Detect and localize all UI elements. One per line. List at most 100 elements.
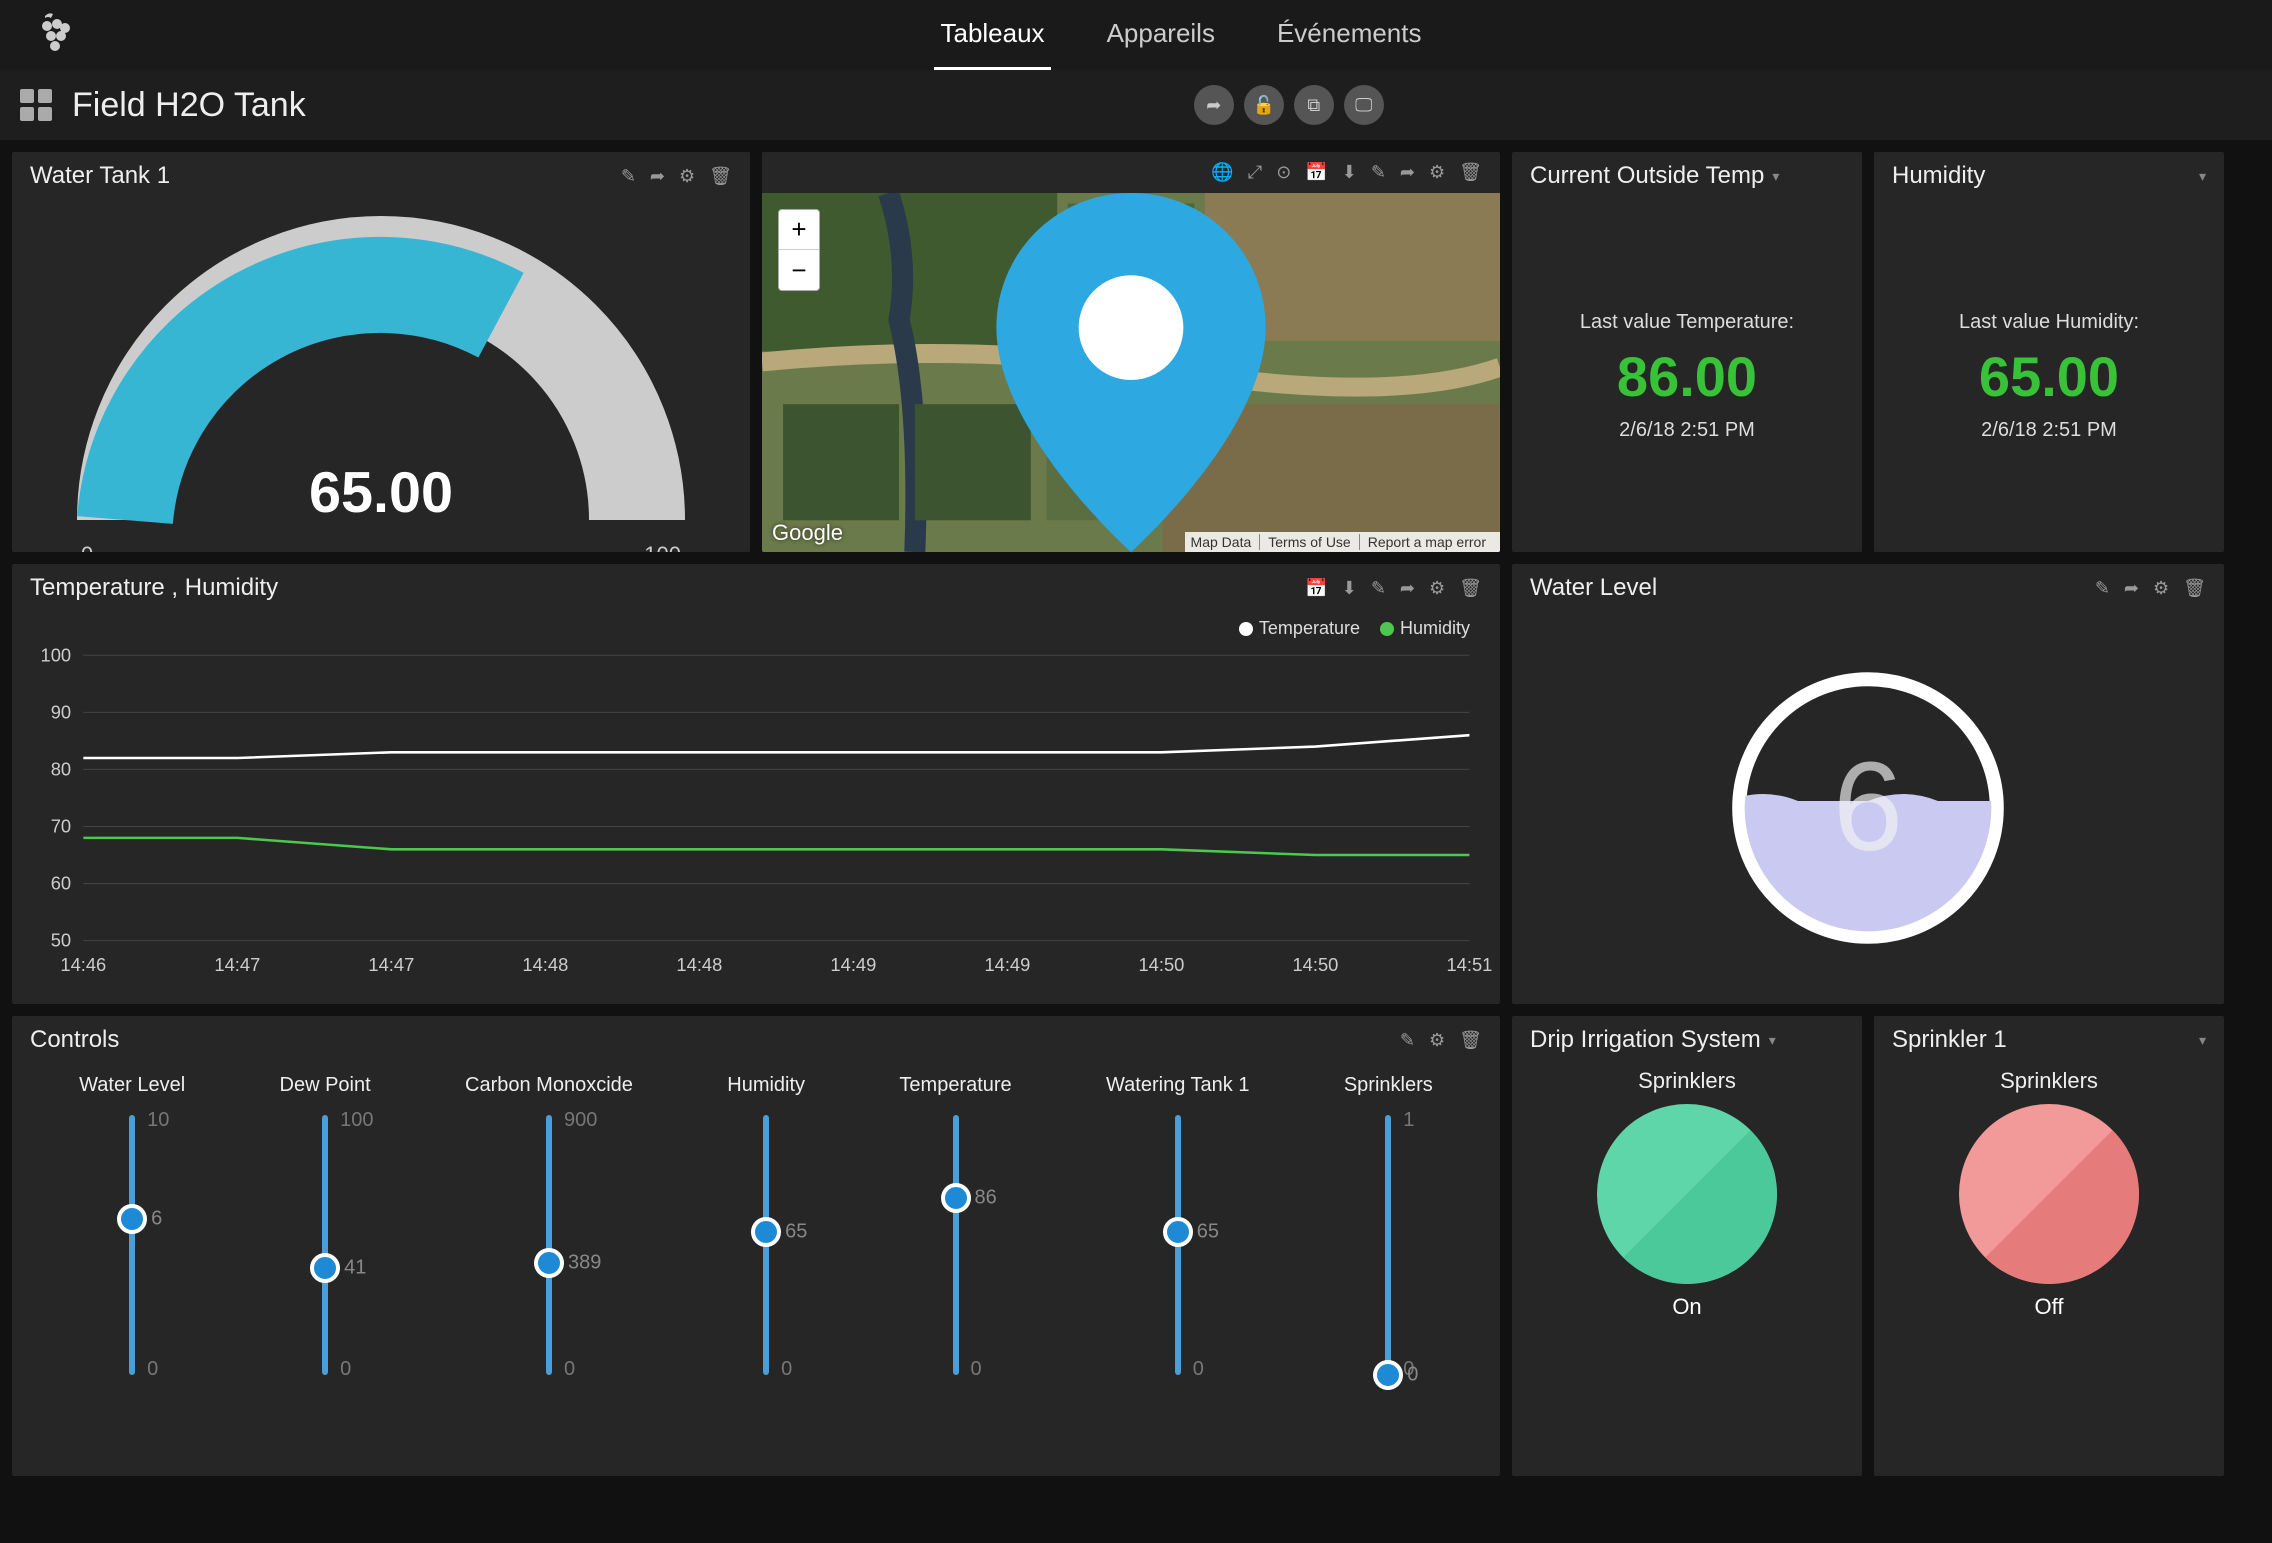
panel-title: Water Level [1530, 574, 1657, 602]
download-icon[interactable]: ⬇ [1342, 578, 1357, 599]
slider-value-label: 6 [151, 1208, 162, 1231]
map-terms-link[interactable]: Terms of Use [1268, 534, 1359, 550]
edit-icon[interactable]: ✎ [1371, 162, 1386, 183]
trash-icon[interactable]: 🗑 [2183, 578, 2206, 599]
slider-label: Carbon Monoxcide [465, 1074, 633, 1097]
map-report-link[interactable]: Report a map error [1368, 534, 1494, 550]
panel-title: Drip Irrigation System [1530, 1026, 1761, 1054]
share-icon[interactable]: ➦ [1400, 578, 1415, 599]
edit-icon[interactable]: ✎ [621, 166, 636, 187]
download-icon[interactable]: ⬇ [1342, 162, 1357, 183]
value-label: Last value Temperature: [1580, 311, 1794, 334]
calendar-icon[interactable]: 📅 [1305, 578, 1327, 599]
slider-track[interactable]: 100 [1385, 1115, 1391, 1375]
title-actions: ➦ 🔓 ⧉ 🖵 [326, 85, 2252, 125]
value-number: 86.00 [1617, 344, 1757, 409]
slider-thumb[interactable] [117, 1204, 147, 1234]
edit-icon[interactable]: ✎ [2095, 578, 2110, 599]
legend-item-humidity[interactable]: Humidity [1380, 618, 1470, 639]
slider-max-label: 10 [147, 1109, 169, 1132]
slider-dew-point: Dew Point100041 [280, 1074, 371, 1446]
toggle-subtitle: Sprinklers [2000, 1068, 2098, 1094]
trash-icon[interactable]: 🗑 [709, 166, 732, 187]
svg-text:90: 90 [51, 701, 71, 722]
sprinkler-toggle-button[interactable] [1959, 1104, 2139, 1284]
slider-track[interactable]: 100041 [322, 1115, 328, 1375]
display-icon[interactable]: 🖵 [1344, 85, 1384, 125]
toggle-state-label: On [1672, 1294, 1701, 1320]
gauge-value: 65.00 [309, 461, 453, 525]
slider-track[interactable]: 1006 [129, 1115, 135, 1375]
slider-thumb[interactable] [941, 1183, 971, 1213]
slider-track[interactable]: 065 [763, 1115, 769, 1375]
gear-icon[interactable]: ⚙ [1429, 578, 1445, 599]
value-timestamp: 2/6/18 2:51 PM [1619, 419, 1755, 442]
map-data-link[interactable]: Map Data [1191, 534, 1261, 550]
value-label: Last value Humidity: [1959, 311, 2139, 334]
share-icon[interactable]: ➦ [1194, 85, 1234, 125]
line-chart[interactable]: 506070809010014:4614:4714:4714:4814:4814… [12, 612, 1500, 1004]
share-icon[interactable]: ➦ [2124, 578, 2139, 599]
slider-thumb[interactable] [1373, 1360, 1403, 1390]
chevron-down-icon[interactable]: ▾ [2199, 1032, 2206, 1049]
map-pin-icon[interactable] [762, 193, 1500, 552]
gear-icon[interactable]: ⚙ [1429, 1030, 1445, 1051]
panel-controls: Controls ✎ ⚙ 🗑 Water Level1006Dew Point1… [12, 1016, 1500, 1476]
nav-tab-tableaux[interactable]: Tableaux [934, 0, 1050, 70]
slider-value-label: 86 [975, 1187, 997, 1210]
value-timestamp: 2/6/18 2:51 PM [1981, 419, 2117, 442]
panel-water-tank: Water Tank 1 ✎ ➦ ⚙ 🗑 65.00 0 100 [12, 152, 750, 552]
slider-track[interactable]: 086 [953, 1115, 959, 1375]
drip-toggle-button[interactable] [1597, 1104, 1777, 1284]
slider-min-label: 0 [340, 1358, 351, 1381]
nav-tab-evenements[interactable]: Événements [1271, 0, 1428, 70]
edit-icon[interactable]: ✎ [1371, 578, 1386, 599]
value-number: 65.00 [1979, 344, 2119, 409]
target-icon[interactable]: ⊙ [1276, 162, 1291, 183]
slider-value-label: 0 [1407, 1364, 1418, 1387]
expand-icon[interactable]: ⤢ [1248, 162, 1262, 183]
chevron-down-icon[interactable]: ▾ [2199, 168, 2206, 185]
slider-value-label: 389 [568, 1251, 601, 1274]
copy-icon[interactable]: ⧉ [1294, 85, 1334, 125]
map-canvas[interactable]: + − Google Map Data Terms of Use Report … [762, 193, 1500, 552]
calendar-icon[interactable]: 📅 [1305, 162, 1327, 183]
panel-current-temp: Current Outside Temp ▾ Last value Temper… [1512, 152, 1862, 552]
svg-text:14:47: 14:47 [214, 954, 260, 975]
globe-icon[interactable]: 🌐 [1211, 162, 1233, 183]
edit-icon[interactable]: ✎ [1400, 1030, 1415, 1051]
slider-min-label: 0 [1193, 1358, 1204, 1381]
slider-track[interactable]: 065 [1175, 1115, 1181, 1375]
svg-text:14:46: 14:46 [60, 954, 106, 975]
panel-temp-humidity-chart: Temperature , Humidity 📅 ⬇ ✎ ➦ ⚙ 🗑 Tempe… [12, 564, 1500, 1004]
gear-icon[interactable]: ⚙ [1429, 162, 1445, 183]
nav-tab-appareils[interactable]: Appareils [1101, 0, 1221, 70]
svg-text:14:48: 14:48 [676, 954, 722, 975]
slider-thumb[interactable] [1163, 1217, 1193, 1247]
slider-thumb[interactable] [751, 1217, 781, 1247]
slider-thumb[interactable] [534, 1248, 564, 1278]
svg-text:14:50: 14:50 [1138, 954, 1184, 975]
share-icon[interactable]: ➦ [1400, 162, 1415, 183]
slider-max-label: 100 [340, 1109, 373, 1132]
slider-water-level: Water Level1006 [79, 1074, 185, 1446]
chevron-down-icon[interactable]: ▾ [1769, 1032, 1776, 1049]
svg-text:100: 100 [41, 644, 72, 665]
gear-icon[interactable]: ⚙ [679, 166, 695, 187]
trash-icon[interactable]: 🗑 [1459, 162, 1482, 183]
slider-label: Sprinklers [1344, 1074, 1433, 1097]
panel-title: Sprinkler 1 [1892, 1026, 2007, 1054]
slider-thumb[interactable] [310, 1253, 340, 1283]
share-icon[interactable]: ➦ [650, 166, 665, 187]
chevron-down-icon[interactable]: ▾ [1772, 168, 1779, 185]
gear-icon[interactable]: ⚙ [2153, 578, 2169, 599]
legend-item-temperature[interactable]: Temperature [1239, 618, 1360, 639]
slider-track[interactable]: 9000389 [546, 1115, 552, 1375]
dashboard-grid-icon[interactable] [20, 89, 52, 121]
trash-icon[interactable]: 🗑 [1459, 578, 1482, 599]
svg-text:14:49: 14:49 [984, 954, 1030, 975]
lock-icon[interactable]: 🔓 [1244, 85, 1284, 125]
sliders-row: Water Level1006Dew Point100041Carbon Mon… [12, 1064, 1500, 1476]
trash-icon[interactable]: 🗑 [1459, 1030, 1482, 1051]
slider-label: Temperature [899, 1074, 1011, 1097]
